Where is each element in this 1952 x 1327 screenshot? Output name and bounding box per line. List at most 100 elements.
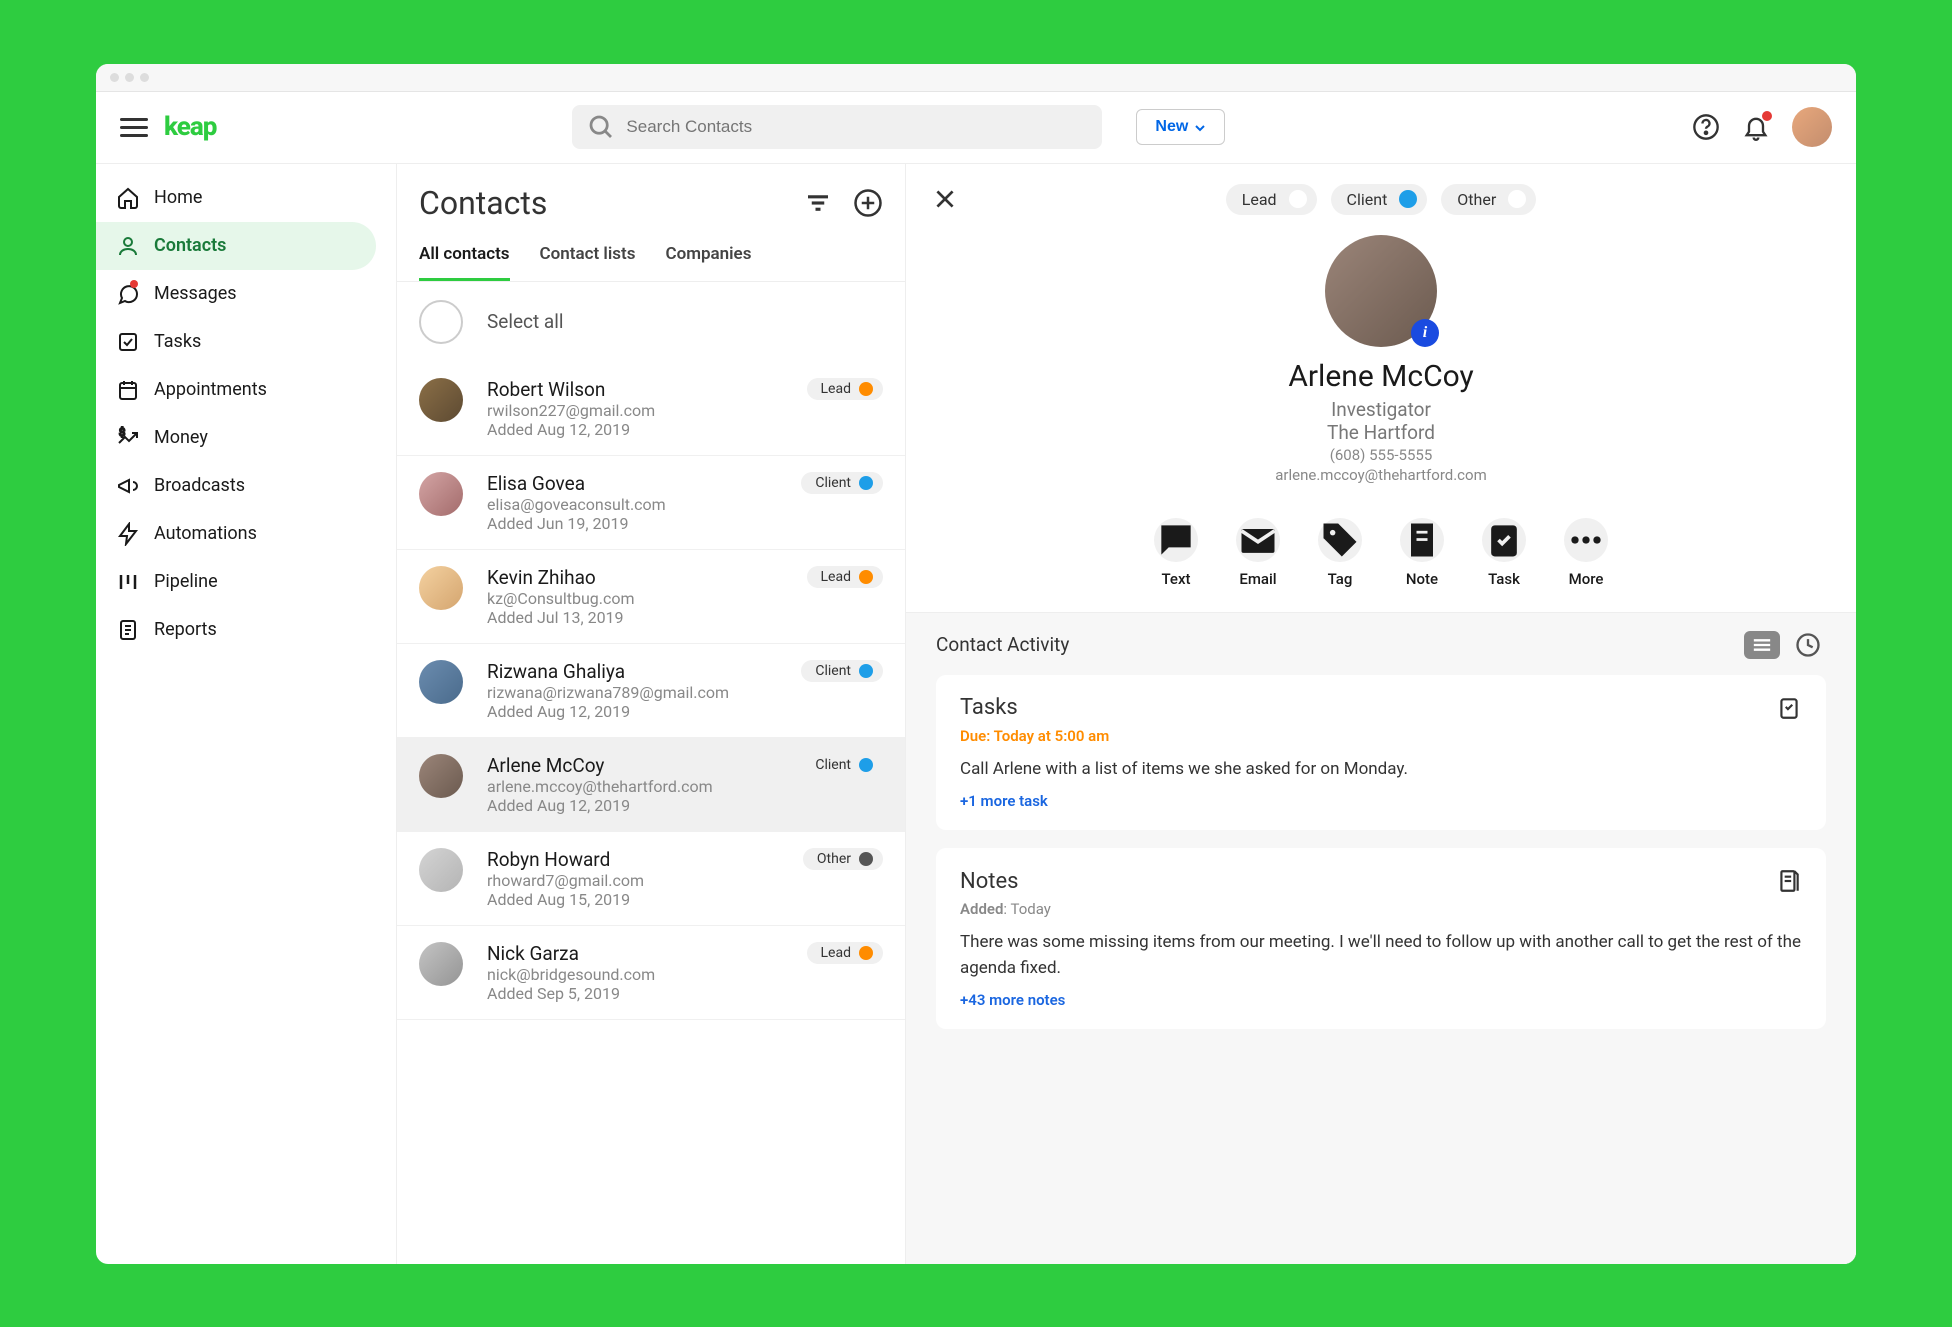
contact-row[interactable]: Robyn Howard rhoward7@gmail.com Added Au… <box>397 832 905 926</box>
contact-avatar <box>419 472 463 516</box>
sidebar-item-reports[interactable]: Reports <box>96 606 396 654</box>
sidebar-item-home[interactable]: Home <box>96 174 396 222</box>
action-text[interactable]: Text <box>1154 518 1198 588</box>
contact-list[interactable]: Robert Wilson rwilson227@gmail.com Added… <box>397 362 905 1264</box>
sidebar-item-label: Appointments <box>154 379 267 400</box>
close-icon[interactable] <box>932 186 958 212</box>
pipeline-icon <box>116 570 140 594</box>
status-toggle[interactable]: Lead <box>1226 184 1317 215</box>
profile-email: arlene.mccoy@thehartford.com <box>926 466 1836 484</box>
sidebar-item-messages[interactable]: Messages <box>96 270 396 318</box>
contact-name: Robert Wilson <box>487 378 783 401</box>
contact-row[interactable]: Robert Wilson rwilson227@gmail.com Added… <box>397 362 905 456</box>
window-titlebar <box>96 64 1856 92</box>
action-tag[interactable]: Tag <box>1318 518 1362 588</box>
action-note[interactable]: Note <box>1400 518 1444 588</box>
profile-avatar[interactable]: i <box>1325 235 1437 347</box>
email-icon <box>1236 518 1280 562</box>
contact-row[interactable]: Arlene McCoy arlene.mccoy@thehartford.co… <box>397 738 905 832</box>
new-button-label: New <box>1155 118 1188 136</box>
contact-row[interactable]: Nick Garza nick@bridgesound.com Added Se… <box>397 926 905 1020</box>
tasks-card-body: Call Arlene with a list of items we she … <box>960 757 1802 783</box>
contact-profile: i Arlene McCoy Investigator The Hartford… <box>906 235 1856 508</box>
home-icon <box>116 186 140 210</box>
toggle-knob <box>1508 190 1526 208</box>
sidebar-item-label: Messages <box>154 283 237 304</box>
toggle-knob <box>1289 190 1307 208</box>
profile-role: Investigator <box>926 398 1836 421</box>
tab-contact-lists[interactable]: Contact lists <box>540 234 636 281</box>
traffic-light-dot <box>140 73 149 82</box>
action-more[interactable]: More <box>1564 518 1608 588</box>
contacts-tabs: All contacts Contact lists Companies <box>397 234 905 282</box>
contact-row[interactable]: Rizwana Ghaliya rizwana@rizwana789@gmail… <box>397 644 905 738</box>
contact-avatar <box>419 660 463 704</box>
sidebar-item-contacts[interactable]: Contacts <box>96 222 376 270</box>
search-container <box>572 105 1102 149</box>
activity-view-toggle <box>1744 631 1826 659</box>
tab-all-contacts[interactable]: All contacts <box>419 234 510 281</box>
sidebar-item-automations[interactable]: Automations <box>96 510 396 558</box>
list-view-icon[interactable] <box>1744 631 1780 659</box>
tab-companies[interactable]: Companies <box>665 234 751 281</box>
new-button[interactable]: New <box>1136 109 1225 145</box>
action-task[interactable]: Task <box>1482 518 1526 588</box>
contact-avatar <box>419 566 463 610</box>
add-contact-icon[interactable] <box>853 188 883 218</box>
badge-dot <box>859 382 873 396</box>
sidebar-item-money[interactable]: $ Money <box>96 414 396 462</box>
bolt-icon <box>116 522 140 546</box>
notifications-icon[interactable] <box>1742 113 1770 141</box>
select-all-checkbox[interactable] <box>419 300 463 344</box>
action-email[interactable]: Email <box>1236 518 1280 588</box>
status-toggle[interactable]: Client <box>1331 184 1428 215</box>
contact-email: arlene.mccoy@thehartford.com <box>487 777 777 796</box>
sidebar-item-label: Contacts <box>154 235 226 256</box>
badge-dot <box>859 852 873 866</box>
sidebar-item-broadcasts[interactable]: Broadcasts <box>96 462 396 510</box>
help-icon[interactable] <box>1692 113 1720 141</box>
contacts-panel: Contacts All contacts Contact lists Comp… <box>396 164 906 1264</box>
quick-actions: Text Email Tag Note Task More <box>906 508 1856 612</box>
contact-row[interactable]: Elisa Govea elisa@goveaconsult.com Added… <box>397 456 905 550</box>
info-badge-icon[interactable]: i <box>1411 319 1439 347</box>
hamburger-menu-icon[interactable] <box>120 113 148 141</box>
status-badge: Other <box>803 848 883 870</box>
brand-logo: keap <box>164 112 216 142</box>
status-badge: Client <box>801 472 883 494</box>
status-toggles: Lead Client Other <box>1226 184 1537 215</box>
notification-badge <box>1762 111 1772 121</box>
action-label: More <box>1569 570 1604 588</box>
sidebar-item-pipeline[interactable]: Pipeline <box>96 558 396 606</box>
due-value: : Today at 5:00 am <box>986 727 1109 745</box>
more-icon <box>1564 518 1608 562</box>
badge-label: Client <box>815 663 851 679</box>
sidebar-item-appointments[interactable]: Appointments <box>96 366 396 414</box>
contact-added: Added Sep 5, 2019 <box>487 984 783 1003</box>
status-badge: Lead <box>807 378 883 400</box>
chevron-down-icon <box>1194 121 1206 133</box>
notes-card-body: There was some missing items from our me… <box>960 930 1802 981</box>
badge-label: Client <box>815 757 851 773</box>
search-icon <box>586 112 616 142</box>
timeline-view-icon[interactable] <box>1790 631 1826 659</box>
sidebar-item-label: Pipeline <box>154 571 218 592</box>
contact-row[interactable]: Kevin Zhihao kz@Consultbug.com Added Jul… <box>397 550 905 644</box>
notes-card-title: Notes <box>960 869 1018 894</box>
action-label: Tag <box>1328 570 1353 588</box>
filter-icon[interactable] <box>803 188 833 218</box>
tasks-more-link[interactable]: +1 more task <box>960 792 1802 810</box>
messages-badge <box>130 280 138 288</box>
badge-label: Lead <box>821 569 851 585</box>
sidebar-item-label: Broadcasts <box>154 475 245 496</box>
notes-more-link[interactable]: +43 more notes <box>960 991 1802 1009</box>
status-badge: Lead <box>807 942 883 964</box>
contact-name: Robyn Howard <box>487 848 779 871</box>
search-input[interactable] <box>626 117 1088 137</box>
status-toggle[interactable]: Other <box>1441 184 1536 215</box>
contact-email: rwilson227@gmail.com <box>487 401 783 420</box>
sidebar-item-tasks[interactable]: Tasks <box>96 318 396 366</box>
user-avatar[interactable] <box>1792 107 1832 147</box>
sidebar-item-label: Automations <box>154 523 257 544</box>
select-all-label: Select all <box>487 310 564 333</box>
